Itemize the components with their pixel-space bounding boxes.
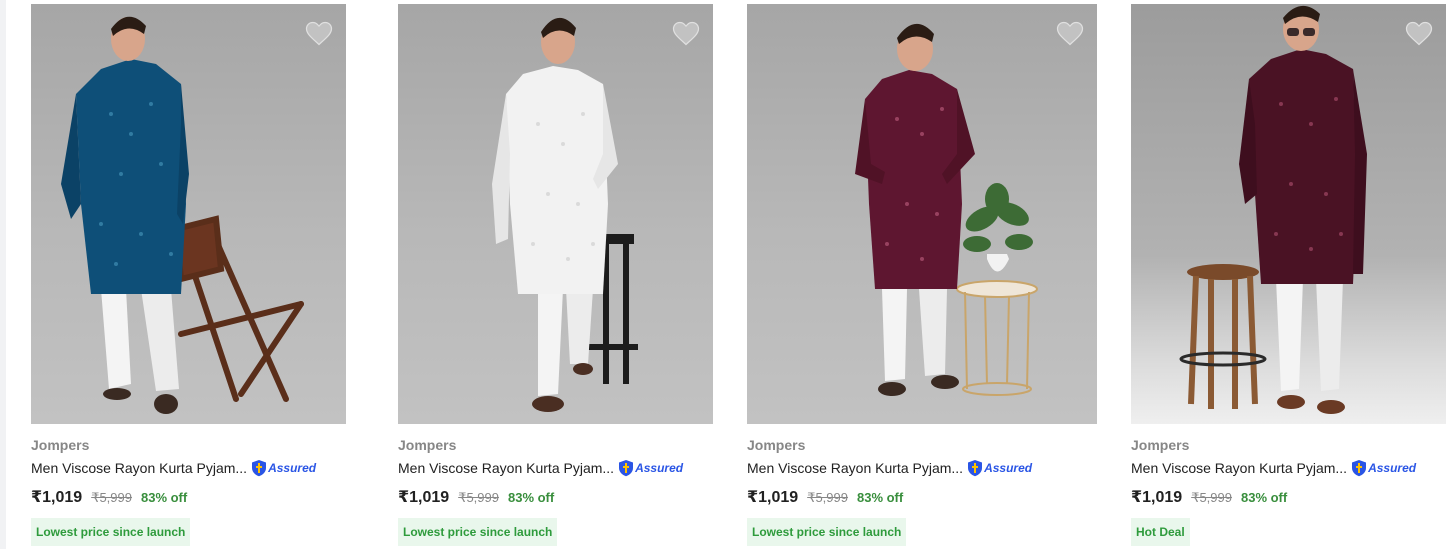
price-tag-badge: Lowest price since launch [747, 518, 907, 546]
product-card[interactable]: Jompers Men Viscose Rayon Kurta Pyjam...… [398, 4, 713, 546]
model-photo [1179, 5, 1367, 414]
assured-label: Assured [268, 461, 317, 475]
product-price: ₹1,019 [1131, 489, 1183, 506]
shield-icon [252, 460, 267, 477]
product-image[interactable] [31, 4, 346, 424]
heart-icon[interactable] [671, 18, 701, 46]
assured-badge: Assured [1351, 459, 1416, 477]
product-title[interactable]: Men Viscose Rayon Kurta Pyjam... [1131, 460, 1347, 476]
product-mrp: ₹5,999 [807, 490, 848, 505]
product-mrp: ₹5,999 [1191, 490, 1232, 505]
heart-icon[interactable] [1055, 18, 1085, 46]
product-price: ₹1,019 [398, 489, 450, 506]
product-image[interactable] [747, 4, 1097, 424]
product-title[interactable]: Men Viscose Rayon Kurta Pyjam... [31, 460, 247, 476]
product-card[interactable]: Jompers Men Viscose Rayon Kurta Pyjam...… [1131, 4, 1446, 546]
model-photo [61, 16, 304, 414]
page-left-border [0, 0, 6, 549]
product-price: ₹1,019 [747, 489, 799, 506]
price-tag-badge: Lowest price since launch [398, 518, 558, 546]
product-image[interactable] [398, 4, 713, 424]
shield-icon [619, 460, 634, 477]
product-brand: Jompers [747, 437, 806, 453]
product-discount: 83% off [1240, 490, 1288, 505]
product-title[interactable]: Men Viscose Rayon Kurta Pyjam... [747, 460, 963, 476]
shield-icon [968, 460, 983, 477]
product-discount: 83% off [856, 490, 904, 505]
product-image[interactable] [1131, 4, 1446, 424]
product-brand: Jompers [1131, 437, 1190, 453]
heart-icon[interactable] [304, 18, 334, 46]
model-photo [855, 23, 1038, 396]
heart-icon[interactable] [1404, 18, 1434, 46]
product-card[interactable]: Jompers Men Viscose Rayon Kurta Pyjam...… [31, 4, 346, 546]
product-discount: 83% off [140, 490, 188, 505]
product-discount: 83% off [507, 490, 555, 505]
product-mrp: ₹5,999 [458, 490, 499, 505]
product-title[interactable]: Men Viscose Rayon Kurta Pyjam... [398, 460, 614, 476]
assured-label: Assured [635, 461, 684, 475]
product-brand: Jompers [31, 437, 90, 453]
shield-icon [1352, 460, 1367, 477]
product-card[interactable]: Jompers Men Viscose Rayon Kurta Pyjam...… [747, 4, 1097, 546]
price-tag-badge: Hot Deal [1131, 518, 1190, 546]
assured-label: Assured [1368, 461, 1417, 475]
product-mrp: ₹5,999 [91, 490, 132, 505]
product-brand: Jompers [398, 437, 457, 453]
assured-label: Assured [984, 461, 1033, 475]
model-photo [492, 17, 638, 412]
assured-badge: Assured [251, 459, 316, 477]
price-tag-badge: Lowest price since launch [31, 518, 191, 546]
assured-badge: Assured [967, 459, 1032, 477]
product-price: ₹1,019 [31, 489, 83, 506]
assured-badge: Assured [618, 459, 683, 477]
